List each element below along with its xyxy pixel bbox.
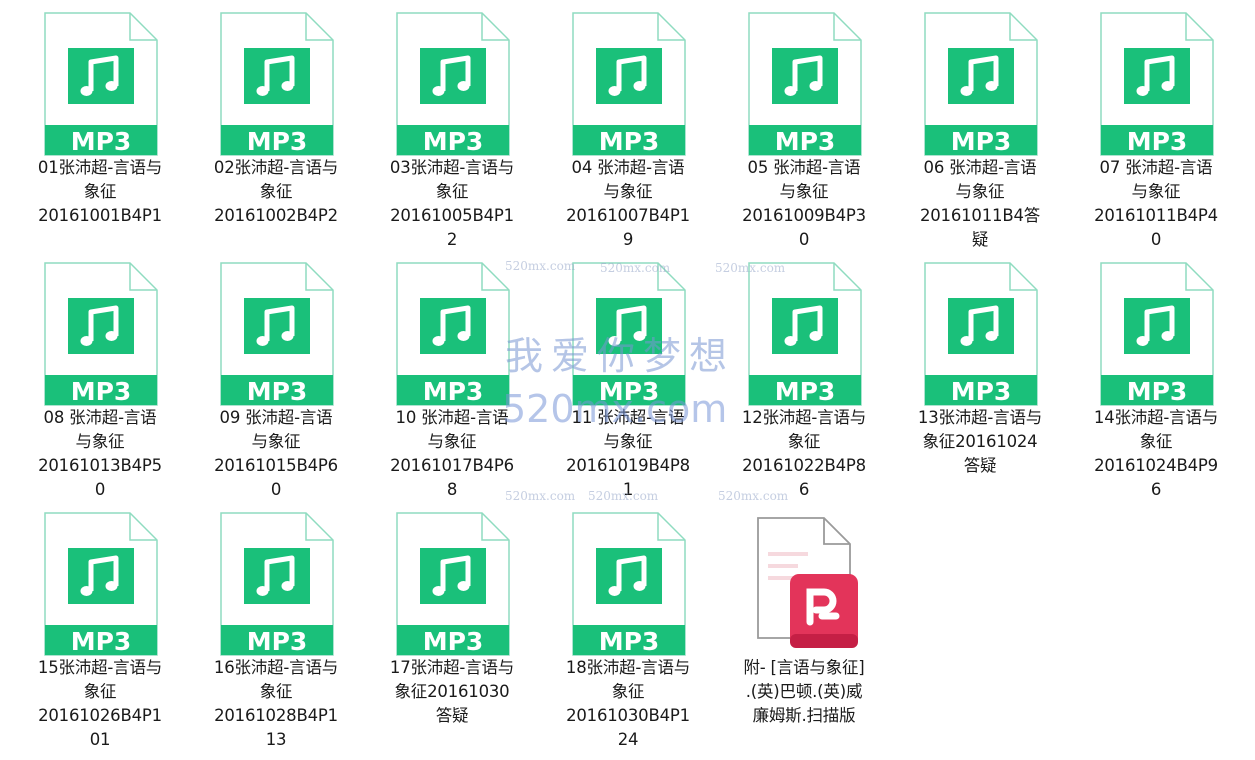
file-name-label: 04 张沛超-言语 与象征 20161007B4P1 9 (566, 158, 690, 249)
mp3-badge-text: MP3 (599, 627, 660, 656)
file-item-mp3[interactable]: MP3 16张沛超-言语与 象征 20161028B4P1 13 (188, 510, 364, 760)
mp3-file-icon: MP3 (220, 12, 334, 156)
file-name-label: 附- [言语与象征] .(英)巴顿.(英)威 廉姆斯.扫描版 (743, 658, 865, 725)
mp3-badge-text: MP3 (1127, 127, 1188, 156)
mp3-file-icon: MP3 (748, 12, 862, 156)
mp3-file-icon: MP3 (220, 262, 334, 406)
file-item-mp3[interactable]: MP3 10 张沛超-言语 与象征 20161017B4P6 8 (364, 260, 540, 510)
file-item-mp3[interactable]: MP3 15张沛超-言语与 象征 20161026B4P1 01 (12, 510, 188, 760)
file-name-label: 11 张沛超-言语 与象征 20161019B4P8 1 (566, 408, 690, 499)
mp3-badge-text: MP3 (247, 127, 308, 156)
file-item-mp3[interactable]: MP3 09 张沛超-言语 与象征 20161015B4P6 0 (188, 260, 364, 510)
mp3-badge-text: MP3 (1127, 377, 1188, 406)
mp3-file-icon: MP3 (396, 12, 510, 156)
file-name-label: 09 张沛超-言语 与象征 20161015B4P6 0 (214, 408, 338, 499)
mp3-file-icon: MP3 (1100, 262, 1214, 406)
file-name-label: 07 张沛超-言语 与象征 20161011B4P4 0 (1094, 158, 1218, 249)
mp3-badge-text: MP3 (247, 377, 308, 406)
mp3-badge-text: MP3 (423, 627, 484, 656)
mp3-badge-text: MP3 (775, 377, 836, 406)
file-item-mp3[interactable]: MP3 11 张沛超-言语 与象征 20161019B4P8 1 (540, 260, 716, 510)
mp3-badge-text: MP3 (599, 127, 660, 156)
mp3-file-icon: MP3 (396, 262, 510, 406)
mp3-file-icon: MP3 (44, 12, 158, 156)
file-item-mp3[interactable]: MP3 08 张沛超-言语 与象征 20161013B4P5 0 (12, 260, 188, 510)
file-item-mp3[interactable]: MP3 06 张沛超-言语 与象征 20161011B4答 疑 (892, 10, 1068, 260)
file-name-label: 13张沛超-言语与 象征20161024 答疑 (917, 408, 1043, 475)
file-name-label: 12张沛超-言语与 象征 20161022B4P8 6 (741, 408, 867, 499)
file-name-label: 17张沛超-言语与 象征20161030 答疑 (389, 658, 515, 725)
mp3-badge-text: MP3 (71, 377, 132, 406)
mp3-file-icon: MP3 (924, 262, 1038, 406)
file-grid: MP3 01张沛超-言语与 象征 20161001B4P1 MP3 02张沛超-… (12, 10, 1244, 760)
mp3-badge-text: MP3 (247, 627, 308, 656)
mp3-file-icon: MP3 (748, 262, 862, 406)
mp3-badge-text: MP3 (775, 127, 836, 156)
file-item-mp3[interactable]: MP3 02张沛超-言语与 象征 20161002B4P2 (188, 10, 364, 260)
mp3-file-icon: MP3 (1100, 12, 1214, 156)
pdf-document-icon (757, 517, 858, 648)
file-item-mp3[interactable]: MP3 17张沛超-言语与 象征20161030 答疑 (364, 510, 540, 760)
file-item-mp3[interactable]: MP3 14张沛超-言语与 象征 20161024B4P9 6 (1068, 260, 1244, 510)
mp3-file-icon: MP3 (572, 12, 686, 156)
file-item-mp3[interactable]: MP3 18张沛超-言语与 象征 20161030B4P1 24 (540, 510, 716, 760)
mp3-badge-text: MP3 (71, 127, 132, 156)
mp3-file-icon: MP3 (396, 512, 510, 656)
file-name-label: 03张沛超-言语与 象征 20161005B4P1 2 (389, 158, 515, 249)
file-item-mp3[interactable]: MP3 05 张沛超-言语 与象征 20161009B4P3 0 (716, 10, 892, 260)
file-name-label: 02张沛超-言语与 象征 20161002B4P2 (213, 158, 339, 225)
file-item-mp3[interactable]: MP3 03张沛超-言语与 象征 20161005B4P1 2 (364, 10, 540, 260)
file-item-mp3[interactable]: MP3 13张沛超-言语与 象征20161024 答疑 (892, 260, 1068, 510)
mp3-badge-text: MP3 (951, 127, 1012, 156)
mp3-file-icon: MP3 (44, 262, 158, 406)
file-name-label: 05 张沛超-言语 与象征 20161009B4P3 0 (742, 158, 866, 249)
mp3-file-icon: MP3 (924, 12, 1038, 156)
mp3-file-icon: MP3 (44, 512, 158, 656)
mp3-file-icon: MP3 (572, 262, 686, 406)
file-name-label: 08 张沛超-言语 与象征 20161013B4P5 0 (38, 408, 162, 499)
file-item-mp3[interactable]: MP3 04 张沛超-言语 与象征 20161007B4P1 9 (540, 10, 716, 260)
mp3-badge-text: MP3 (599, 377, 660, 406)
mp3-file-icon: MP3 (220, 512, 334, 656)
file-name-label: 16张沛超-言语与 象征 20161028B4P1 13 (213, 658, 339, 749)
file-item-mp3[interactable]: MP3 01张沛超-言语与 象征 20161001B4P1 (12, 10, 188, 260)
file-name-label: 15张沛超-言语与 象征 20161026B4P1 01 (37, 658, 163, 749)
file-item-pdf[interactable]: 附- [言语与象征] .(英)巴顿.(英)威 廉姆斯.扫描版 (716, 510, 892, 760)
file-name-label: 18张沛超-言语与 象征 20161030B4P1 24 (565, 658, 691, 749)
file-item-mp3[interactable]: MP3 07 张沛超-言语 与象征 20161011B4P4 0 (1068, 10, 1244, 260)
file-name-label: 10 张沛超-言语 与象征 20161017B4P6 8 (390, 408, 514, 499)
mp3-badge-text: MP3 (423, 127, 484, 156)
file-name-label: 14张沛超-言语与 象征 20161024B4P9 6 (1093, 408, 1219, 499)
file-name-label: 01张沛超-言语与 象征 20161001B4P1 (37, 158, 163, 225)
mp3-badge-text: MP3 (71, 627, 132, 656)
mp3-file-icon: MP3 (572, 512, 686, 656)
mp3-badge-text: MP3 (951, 377, 1012, 406)
mp3-badge-text: MP3 (423, 377, 484, 406)
file-name-label: 06 张沛超-言语 与象征 20161011B4答 疑 (919, 158, 1041, 249)
file-item-mp3[interactable]: MP3 12张沛超-言语与 象征 20161022B4P8 6 (716, 260, 892, 510)
